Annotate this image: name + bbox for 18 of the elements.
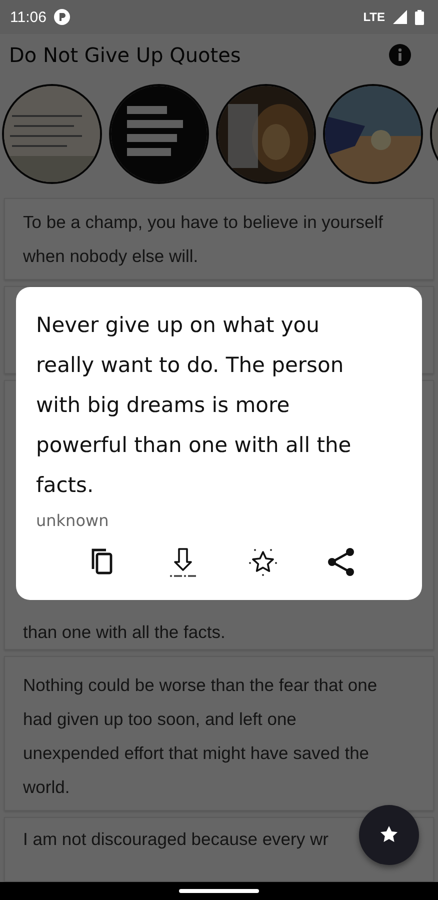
signal-icon xyxy=(393,10,407,24)
quote-text: To be a champ, you have to believe in yourself when nobody else will. xyxy=(23,211,384,268)
network-label: LTE xyxy=(363,10,385,24)
star-icon[interactable] xyxy=(246,546,279,578)
quote-author: unknown xyxy=(36,511,110,530)
quote-text: I am not discouraged because every wr xyxy=(23,828,328,851)
clock-time: 11:06 xyxy=(10,8,46,26)
quote-text: Never give up on what you really want to do. The person with big dreams is more powerful than one with all the facts. xyxy=(36,312,352,499)
notification-icon xyxy=(54,9,70,25)
app-title: Do Not Give Up Quotes xyxy=(9,43,241,67)
home-handle[interactable] xyxy=(179,889,259,893)
quote-card[interactable]: I am not discouraged because every wr xyxy=(4,817,434,882)
quote-card[interactable]: To be a champ, you have to believe in yourself when nobody else will. xyxy=(4,198,434,280)
quote-text: than one with all the facts. xyxy=(23,621,226,644)
quote-card[interactable]: Nothing could be worse than the fear that one had given up too soon, and left one unexpended effort that might have saved the world. xyxy=(4,656,434,811)
quote-text: Nothing could be worse than the fear that one had given up too soon, and left one unexpended effort that might have saved the world. xyxy=(23,674,378,799)
info-icon[interactable] xyxy=(388,43,412,67)
battery-icon xyxy=(415,10,424,24)
